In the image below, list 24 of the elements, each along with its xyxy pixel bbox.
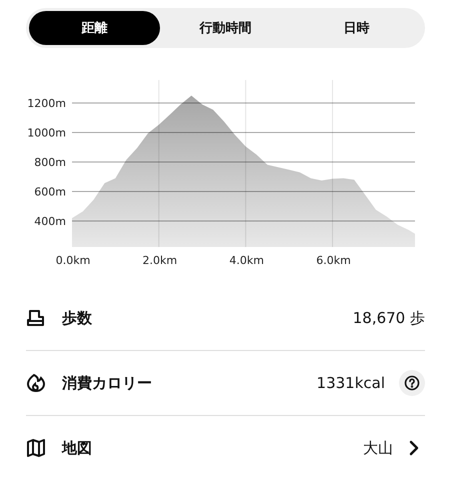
help-button[interactable] <box>399 370 425 396</box>
y-axis-label: 1000m <box>27 126 66 140</box>
y-axis-label: 1200m <box>27 97 66 110</box>
x-axis-label: 4.0km <box>229 254 264 267</box>
x-axis-label: 2.0km <box>142 254 178 267</box>
stat-value: 18,670 歩 <box>352 308 425 328</box>
y-axis-label: 800m <box>34 156 66 170</box>
flame-icon <box>26 373 46 393</box>
y-axis-label: 600m <box>34 186 66 199</box>
segment-tab[interactable]: 日時 <box>291 11 422 45</box>
map-icon <box>26 438 46 458</box>
boot-icon <box>26 308 46 328</box>
chevron-icon[interactable] <box>409 440 419 456</box>
x-axis-label: 6.0km <box>316 254 351 267</box>
stat-value: 1331kcal <box>316 374 385 392</box>
segment-tab[interactable]: 距離 <box>29 11 160 45</box>
y-axis-label: 400m <box>34 215 66 228</box>
stat-value: 大山 <box>363 438 393 458</box>
stat-label: 地図 <box>62 438 93 458</box>
question-mark-icon <box>404 375 420 391</box>
stat-label: 消費カロリー <box>62 374 153 392</box>
x-axis-label: 0.0km <box>56 254 90 267</box>
stat-label: 歩数 <box>62 308 93 328</box>
segment-tab[interactable]: 行動時間 <box>160 11 291 45</box>
